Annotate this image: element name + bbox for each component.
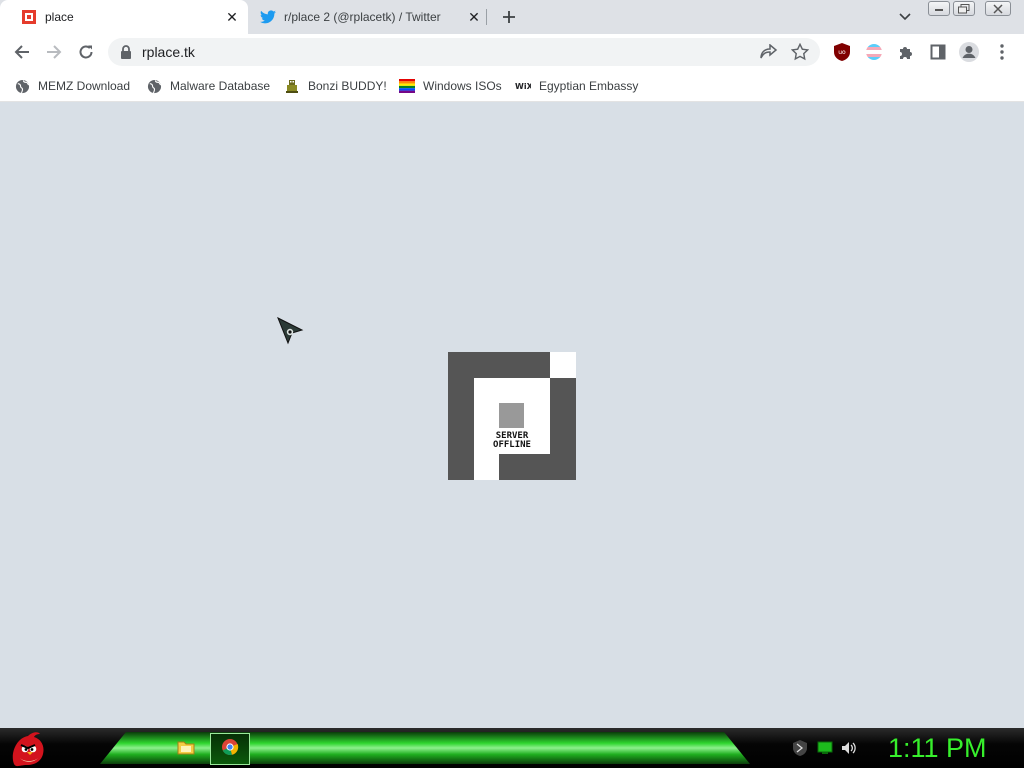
close-tab-icon[interactable]: ✕ <box>224 9 240 25</box>
bookmark-malware-database[interactable]: Malware Database <box>146 76 270 96</box>
tray-network-icon[interactable] <box>817 740 833 756</box>
bookmark-memz-download[interactable]: MEMZ Download <box>14 76 130 96</box>
extensions-puzzle-icon[interactable] <box>894 40 918 64</box>
file-explorer-icon <box>177 739 195 760</box>
bookmark-label: MEMZ Download <box>38 79 131 93</box>
tab-strip: place ✕ r/place 2 (@rplacetk) / Twitter … <box>0 0 1024 34</box>
bookmark-label: Windows ISOs <box>423 79 502 93</box>
taskbar: 1:11 PM <box>0 728 1024 768</box>
minimize-button[interactable] <box>928 1 950 16</box>
bookmarks-bar: MEMZ Download Malware Database Bonzi BUD… <box>0 70 1024 102</box>
start-button-angry-bird-icon[interactable] <box>8 728 48 768</box>
taskbar-clock[interactable]: 1:11 PM <box>880 732 1020 764</box>
new-tab-button[interactable] <box>499 7 519 27</box>
globe-icon <box>146 78 162 94</box>
bonzi-icon <box>284 78 300 94</box>
side-panel-icon[interactable] <box>926 40 950 64</box>
wix-icon: WiX <box>515 78 531 94</box>
bookmark-windows-isos[interactable]: Windows ISOs <box>399 76 502 96</box>
tab-separator <box>486 9 487 25</box>
browser-menu-icon[interactable] <box>990 40 1014 64</box>
profile-avatar-icon[interactable] <box>957 40 981 64</box>
bookmark-star-icon[interactable] <box>790 42 810 61</box>
bookmark-label: Bonzi BUDDY! <box>308 79 387 93</box>
chrome-taskbar-button[interactable] <box>210 733 250 765</box>
url-text[interactable]: rplace.tk <box>142 44 195 60</box>
tab-title: r/place 2 (@rplacetk) / Twitter <box>284 10 441 24</box>
rplace-favicon <box>21 9 37 25</box>
forward-button[interactable] <box>42 40 66 64</box>
tray-shield-icon[interactable] <box>792 740 808 756</box>
server-offline-status: SERVER OFFLINE <box>474 432 550 450</box>
ublock-extension-icon[interactable]: uo <box>830 40 854 64</box>
globe-icon <box>14 78 30 94</box>
close-window-button[interactable] <box>985 1 1011 16</box>
bookmark-label: Malware Database <box>170 79 271 93</box>
bookmark-bonzi-buddy[interactable]: Bonzi BUDDY! <box>284 76 387 96</box>
trans-flag-extension-icon[interactable] <box>862 40 886 64</box>
lock-icon[interactable] <box>120 45 132 59</box>
tab-twitter[interactable]: r/place 2 (@rplacetk) / Twitter ✕ <box>250 0 490 34</box>
tab-search-chevron-icon[interactable] <box>896 8 914 26</box>
page-content[interactable]: SERVER OFFLINE <box>0 102 1024 728</box>
reload-button[interactable] <box>74 40 98 64</box>
svg-text:uo: uo <box>838 49 846 56</box>
restore-button[interactable] <box>953 1 975 16</box>
bookmark-egyptian-embassy[interactable]: WiX Egyptian Embassy <box>515 76 638 96</box>
tab-title: place <box>45 10 74 24</box>
bookmark-label: Egyptian Embassy <box>539 79 639 93</box>
tray-volume-icon[interactable] <box>841 740 857 756</box>
file-explorer-taskbar-button[interactable] <box>166 733 206 765</box>
twitter-icon <box>260 9 276 25</box>
close-tab-icon[interactable]: ✕ <box>466 9 482 25</box>
server-offline-logo <box>448 352 576 480</box>
share-icon[interactable] <box>760 43 778 60</box>
mouse-cursor-icon <box>277 316 304 345</box>
svg-text:WiX: WiX <box>515 82 531 91</box>
address-bar[interactable]: rplace.tk <box>108 38 820 66</box>
back-button[interactable] <box>10 40 34 64</box>
tab-place[interactable]: place ✕ <box>0 0 248 34</box>
chrome-icon <box>221 738 239 761</box>
status-line-2: OFFLINE <box>493 440 531 450</box>
toolbar: rplace.tk uo <box>0 34 1024 70</box>
windows-flag-icon <box>399 78 415 94</box>
